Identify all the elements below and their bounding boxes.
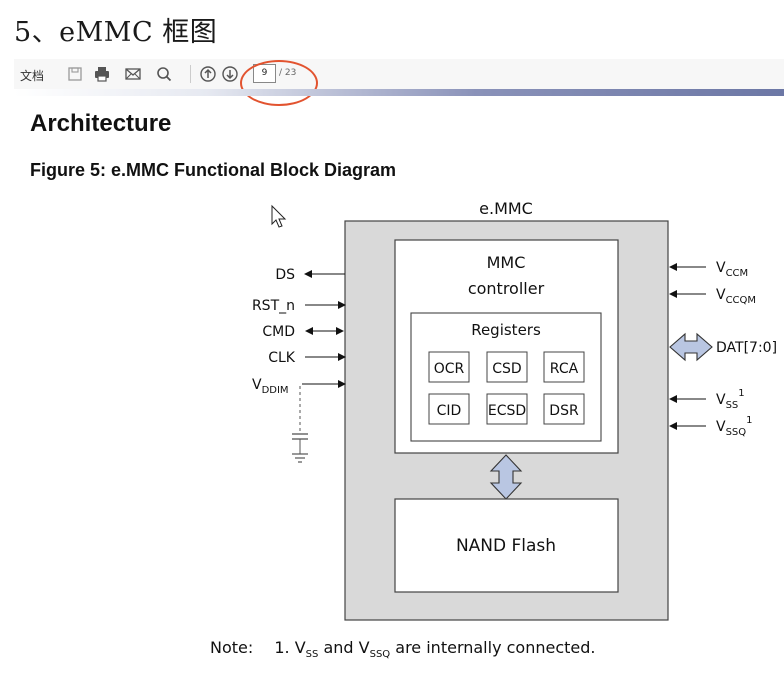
controller-label-line1: MMC [487, 253, 526, 272]
rst-label: RST_n [252, 298, 295, 314]
dat-double-arrow [669, 332, 713, 362]
register-label: CSD [492, 361, 521, 377]
nand-flash-label: NAND Flash [456, 536, 556, 556]
dat-label: DAT[7:0] [716, 340, 777, 356]
note-v1: V [294, 638, 306, 657]
register-label: ECSD [488, 403, 526, 419]
vssq-label: VSSQ1 [716, 415, 753, 438]
registers-label: Registers [471, 321, 541, 339]
note-v2: V [358, 638, 370, 657]
register-label: RCA [550, 361, 579, 377]
vccm-label: VCCM [716, 260, 748, 279]
register-label: DSR [549, 403, 579, 419]
register-label: CID [437, 403, 462, 419]
note-v2-sub: SSQ [369, 649, 391, 661]
vccqm-label: VCCQM [716, 287, 756, 306]
clk-label: CLK [268, 350, 296, 366]
note-end: are internally connected. [390, 638, 596, 657]
figure-note: Note: 1. VSS and VSSQ are internally con… [210, 638, 596, 660]
controller-label-line2: controller [468, 279, 545, 298]
capacitor-ground-icon [292, 433, 308, 463]
vddim-label: VDDIM [252, 377, 289, 396]
mouse-cursor-icon [271, 204, 287, 228]
register-label: OCR [434, 361, 465, 377]
note-number: 1. [274, 638, 290, 657]
emmc-block-diagram: e.MMC MMC controller Registers OCR CSD R… [252, 199, 777, 621]
ds-label: DS [275, 267, 295, 283]
note-mid: and [318, 638, 359, 657]
emmc-label: e.MMC [479, 199, 533, 218]
cmd-label: CMD [262, 324, 295, 340]
note-label: Note: [210, 638, 254, 657]
note-v1-sub: SS [305, 649, 319, 661]
vss-label: VSS1 [716, 388, 745, 411]
